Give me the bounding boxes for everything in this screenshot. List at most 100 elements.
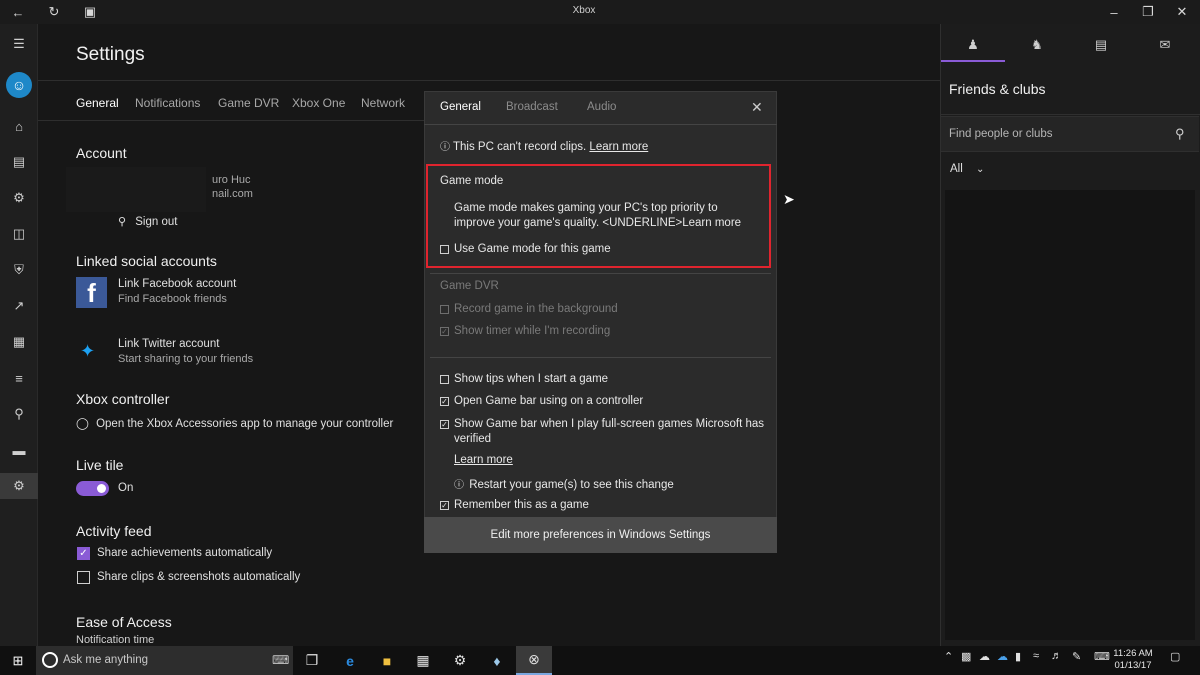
show-hidden-icons[interactable]: ⌃ <box>944 650 953 663</box>
account-heading: Account <box>76 145 127 161</box>
live-tile-state: On <box>118 482 134 494</box>
popup-tab-broadcast[interactable]: Broadcast <box>506 101 558 113</box>
messages-icon[interactable]: ▤ <box>1069 30 1133 60</box>
action-center-icon[interactable]: ▢ <box>1170 650 1180 663</box>
cloud-icon[interactable]: ☁ <box>979 650 990 663</box>
link-twitter-button[interactable]: Link Twitter account <box>118 338 219 350</box>
activity-feed-icon[interactable]: ≡ <box>0 365 38 391</box>
sign-out-link[interactable]: ⚲ Sign out <box>118 215 177 228</box>
home-icon[interactable]: ⌂ <box>0 113 38 139</box>
windows-start-icon[interactable]: ⊞ <box>0 646 36 675</box>
share-clips-label: Share clips & screenshots automatically <box>97 571 301 583</box>
battery-icon[interactable]: ▮ <box>1015 650 1021 663</box>
onedrive-icon[interactable]: ☁ <box>997 650 1008 663</box>
task-view-icon[interactable]: ❐ <box>294 646 330 675</box>
tab-general[interactable]: General <box>76 96 119 110</box>
close-icon[interactable]: ✕ <box>751 99 763 116</box>
clock-date: 01/13/17 <box>1114 660 1152 671</box>
tab-notifications[interactable]: Notifications <box>135 96 200 110</box>
filter-dropdown[interactable]: All ⌄ <box>950 163 984 175</box>
open-game-bar-checkbox[interactable]: ✓ <box>440 397 449 406</box>
snap-icon[interactable]: ▣ <box>72 0 108 24</box>
clubs-icon[interactable]: ⛨ <box>0 257 38 283</box>
twitter-icon: ✦ <box>80 341 96 361</box>
activity-alerts-icon[interactable]: ✉ <box>1133 30 1197 60</box>
share-clips-checkbox[interactable] <box>77 571 90 584</box>
toggle-knob <box>97 484 106 493</box>
cortana-search-box[interactable]: Ask me anything ⌨ <box>36 646 293 675</box>
hamburger-menu-icon[interactable]: ☰ <box>0 31 38 57</box>
open-accessories-link[interactable]: ◯ Open the Xbox Accessories app to manag… <box>76 416 393 430</box>
network-icon[interactable]: ≈ <box>1033 650 1039 662</box>
achievements-icon[interactable]: ⚙ <box>0 185 38 211</box>
search-icon[interactable]: ⚲ <box>1175 126 1185 142</box>
facebook-subtitle: Find Facebook friends <box>118 293 227 305</box>
trending-icon[interactable]: ↗ <box>0 293 38 319</box>
restart-notice: ⓘ Restart your game(s) to see this chang… <box>454 476 674 491</box>
tab-game-dvr[interactable]: Game DVR <box>218 96 279 110</box>
controller-heading: Xbox controller <box>76 391 170 407</box>
show-game-bar-label-line1: Show Game bar when I play full-screen ga… <box>454 418 764 430</box>
microphone-icon[interactable]: ⌨ <box>272 653 289 667</box>
popup-tab-general[interactable]: General <box>440 101 481 113</box>
restore-button[interactable]: ❐ <box>1130 0 1166 24</box>
back-arrow-icon[interactable]: ← <box>0 0 36 24</box>
refresh-icon[interactable]: ↻ <box>36 0 72 24</box>
activity-feed-heading: Activity feed <box>76 523 152 539</box>
game-dvr-icon[interactable]: ◫ <box>0 221 38 247</box>
active-tab-indicator <box>941 60 1005 62</box>
show-tips-checkbox[interactable] <box>440 375 449 384</box>
show-game-bar-checkbox[interactable]: ✓ <box>440 420 449 429</box>
find-people-search[interactable]: Find people or clubs ⚲ <box>941 116 1199 152</box>
tabs-divider <box>38 120 424 121</box>
game-mode-desc-line1: Game mode makes gaming your PC's top pri… <box>454 202 718 214</box>
remember-game-checkbox[interactable]: ✓ <box>440 501 449 510</box>
file-explorer-icon[interactable]: ■ <box>369 646 405 675</box>
game-bar-learn-more-link[interactable]: Learn more <box>454 454 513 466</box>
avatar[interactable]: ☺ <box>6 72 32 98</box>
clips-learn-more-link[interactable]: Learn more <box>589 141 648 153</box>
facebook-icon: f <box>76 277 107 308</box>
settings-taskbar-icon[interactable]: ⚙ <box>442 646 478 675</box>
close-window-button[interactable]: ✕ <box>1164 0 1200 24</box>
share-achievements-checkbox[interactable]: ✓ <box>77 547 90 560</box>
tray-app-icon[interactable]: ▩ <box>961 650 971 663</box>
parties-icon[interactable]: ♞ <box>1005 30 1069 60</box>
show-game-bar-label-line2: verified <box>454 433 492 445</box>
edit-preferences-button[interactable]: Edit more preferences in Windows Setting… <box>424 517 777 553</box>
cortana-icon <box>42 652 58 668</box>
search-icon[interactable]: ⚲ <box>0 401 38 427</box>
live-tile-toggle[interactable] <box>76 481 109 496</box>
tab-xbox-one[interactable]: Xbox One <box>292 96 345 110</box>
edge-icon[interactable]: e <box>332 646 368 675</box>
game-mode-heading: Game mode <box>440 175 504 187</box>
game-mode-checkbox[interactable] <box>440 245 449 254</box>
find-people-placeholder: Find people or clubs <box>949 128 1053 140</box>
app-taskbar-icon[interactable]: ♦ <box>479 646 515 675</box>
show-tips-label: Show tips when I start a game <box>454 373 609 385</box>
pen-icon[interactable]: ✎ <box>1072 650 1081 663</box>
clock[interactable]: 11:26 AM 01/13/17 <box>1108 648 1158 672</box>
minimize-button[interactable]: – <box>1096 0 1132 24</box>
store-taskbar-icon[interactable]: ▦ <box>405 646 441 675</box>
store-icon[interactable]: ▦ <box>0 329 38 355</box>
info-icon: ⓘ <box>440 142 450 153</box>
game-mode-desc-line2: improve your game's quality. <UNDERLINE>… <box>454 217 742 229</box>
link-facebook-button[interactable]: Link Facebook account <box>118 278 236 290</box>
volume-icon[interactable]: ♬ <box>1051 650 1062 662</box>
record-background-checkbox[interactable] <box>440 305 449 314</box>
connection-icon[interactable]: ▬ <box>0 437 38 463</box>
my-games-icon[interactable]: ▤ <box>0 149 38 175</box>
popup-tab-audio[interactable]: Audio <box>587 101 616 113</box>
controller-icon: ◯ <box>76 418 89 430</box>
tab-network[interactable]: Network <box>361 96 405 110</box>
panel-divider <box>941 114 1200 115</box>
show-timer-checkbox[interactable]: ✓ <box>440 327 449 336</box>
settings-gear-icon[interactable]: ⚙ <box>0 473 38 499</box>
person-icon: ⚲ <box>118 216 127 228</box>
dvr-divider <box>430 357 771 358</box>
xbox-taskbar-icon[interactable]: ⊗ <box>516 646 552 675</box>
twitter-subtitle: Start sharing to your friends <box>118 353 254 365</box>
friends-icon[interactable]: ♟ <box>941 30 1005 60</box>
remember-game-label: Remember this as a game <box>454 499 589 511</box>
